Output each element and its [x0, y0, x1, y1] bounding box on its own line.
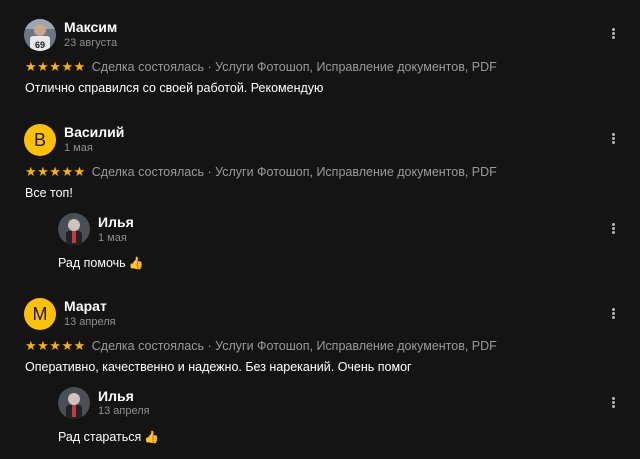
review-rating-line: ★★★★★ Сделка состоялась · Услуги Фотошоп,… — [25, 164, 497, 180]
review-author[interactable]: Максим — [64, 19, 117, 35]
thumbs-up-icon: 👍 — [128, 256, 144, 270]
rating-stars: ★★★★★ — [25, 338, 86, 353]
review-author[interactable]: Марат — [64, 298, 107, 314]
reply-author[interactable]: Илья — [98, 388, 134, 404]
deal-info: Сделка состоялась · Услуги Фотошоп, Испр… — [91, 339, 497, 353]
review-author[interactable]: Василий — [64, 124, 124, 140]
reply-text: Рад помочь 👍 — [58, 256, 144, 271]
more-vertical-icon[interactable] — [606, 27, 620, 41]
reply-text: Рад стараться 👍 — [58, 430, 159, 445]
deal-info: Сделка состоялась · Услуги Фотошоп, Испр… — [91, 60, 497, 74]
review-date: 13 апреля — [64, 316, 116, 328]
thumbs-up-icon: 👍 — [144, 430, 160, 444]
review-rating-line: ★★★★★ Сделка состоялась · Услуги Фотошоп,… — [25, 338, 497, 354]
more-vertical-icon[interactable] — [606, 222, 620, 236]
avatar[interactable] — [58, 387, 90, 419]
reply-date: 1 мая — [98, 232, 127, 244]
reply-text-content: Рад стараться — [58, 430, 142, 444]
more-vertical-icon[interactable] — [606, 396, 620, 410]
deal-info: Сделка состоялась · Услуги Фотошоп, Испр… — [91, 165, 497, 179]
review-text: Все топ! — [25, 186, 73, 200]
avatar[interactable]: М — [24, 298, 56, 330]
rating-stars: ★★★★★ — [25, 59, 86, 74]
svg-text:69: 69 — [35, 40, 45, 50]
more-vertical-icon[interactable] — [606, 307, 620, 321]
avatar[interactable] — [58, 213, 90, 245]
review-text: Отлично справился со своей работой. Реко… — [25, 81, 324, 95]
review-text: Оперативно, качественно и надежно. Без н… — [25, 360, 412, 374]
rating-stars: ★★★★★ — [25, 164, 86, 179]
reply-date: 13 апреля — [98, 405, 150, 417]
reply-author[interactable]: Илья — [98, 214, 134, 230]
review-rating-line: ★★★★★ Сделка состоялась · Услуги Фотошоп,… — [25, 59, 497, 75]
review-date: 1 мая — [64, 142, 93, 154]
avatar[interactable]: 69 — [24, 19, 56, 51]
more-vertical-icon[interactable] — [606, 132, 620, 146]
review-date: 23 августа — [64, 37, 118, 49]
reply-text-content: Рад помочь — [58, 256, 126, 270]
avatar[interactable]: В — [24, 124, 56, 156]
reviews-list: 69 Максим 23 августа ★★★★★ Сделка состоял… — [0, 0, 640, 459]
